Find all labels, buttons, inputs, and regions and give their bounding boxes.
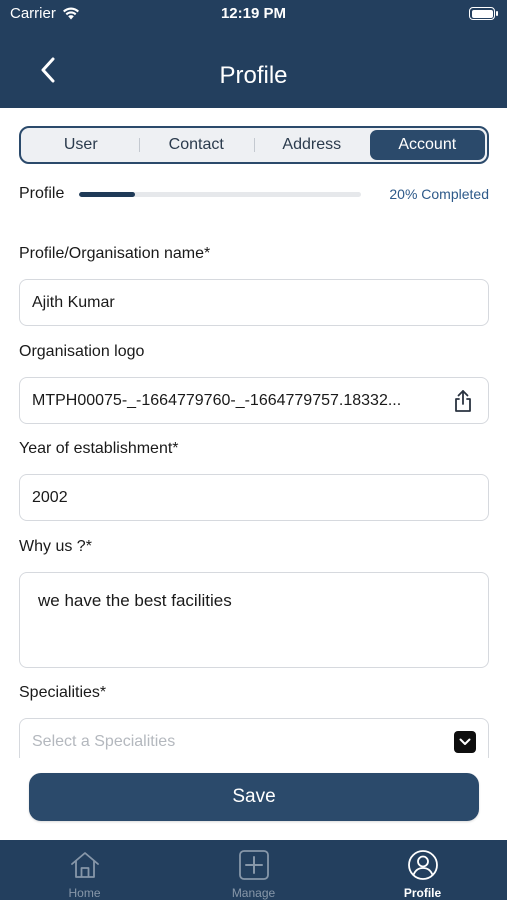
org-name-value: Ajith Kumar (32, 293, 115, 311)
status-time: 12:19 PM (220, 5, 287, 22)
tabbar-label: Manage (231, 886, 276, 900)
upload-icon[interactable] (452, 389, 476, 413)
why-us-value: we have the best facilities (38, 591, 232, 610)
tabbar-item-home[interactable]: Home (0, 840, 169, 900)
progress-text: 20% Completed (389, 186, 489, 202)
save-button-label: Save (232, 786, 276, 807)
specialities-placeholder: Select a Specialities (32, 732, 176, 750)
battery-icon (469, 7, 498, 20)
status-bar: Carrier 12:19 PM (0, 0, 507, 28)
year-field[interactable]: 2002 (19, 474, 489, 521)
why-us-field[interactable]: we have the best facilities (19, 572, 489, 668)
tab-account[interactable]: Account (369, 130, 485, 160)
year-label: Year of establishment* (19, 440, 179, 457)
org-logo-field[interactable]: MTPH00075-_-1664779760-_-1664779757.1833… (19, 377, 489, 424)
plus-square-icon (237, 848, 271, 882)
org-logo-label: Organisation logo (19, 343, 145, 360)
page-title: Profile (219, 62, 288, 89)
specialities-label: Specialities* (19, 684, 107, 701)
tabbar-label: Home (68, 886, 101, 900)
save-button[interactable]: Save (29, 773, 479, 821)
home-icon (68, 848, 102, 882)
tabbar-item-manage[interactable]: Manage (169, 840, 338, 900)
progress-label: Profile (19, 185, 65, 202)
org-name-label: Profile/Organisation name* (19, 245, 211, 262)
bottom-tab-bar: Home Manage Profile (0, 840, 507, 900)
tab-label: Address (282, 136, 342, 153)
user-circle-icon (406, 848, 440, 882)
progress-track (79, 192, 361, 197)
profile-progress: Profile 20% Completed (19, 184, 489, 206)
tabbar-item-profile[interactable]: Profile (338, 840, 507, 900)
why-us-label: Why us ?* (19, 538, 92, 555)
tab-label: User (63, 136, 98, 153)
progress-fill (79, 192, 136, 197)
profile-form: User Contact Address Account Profile 20%… (0, 108, 507, 758)
year-value: 2002 (32, 488, 68, 506)
tab-label: Account (398, 136, 457, 153)
tab-contact[interactable]: Contact (138, 130, 255, 160)
tab-label: Contact (168, 136, 224, 153)
org-logo-value: MTPH00075-_-1664779760-_-1664779757.1833… (32, 391, 402, 409)
tab-address[interactable]: Address (254, 130, 370, 160)
tab-user[interactable]: User (23, 130, 139, 160)
app-header: Carrier 12:19 PM Profile (0, 0, 507, 108)
tabbar-label: Profile (403, 886, 442, 900)
specialities-select[interactable]: Select a Specialities (19, 718, 489, 758)
chevron-down-icon[interactable] (454, 730, 476, 753)
org-name-field[interactable]: Ajith Kumar (19, 279, 489, 326)
segmented-tabs: User Contact Address Account (19, 126, 489, 164)
